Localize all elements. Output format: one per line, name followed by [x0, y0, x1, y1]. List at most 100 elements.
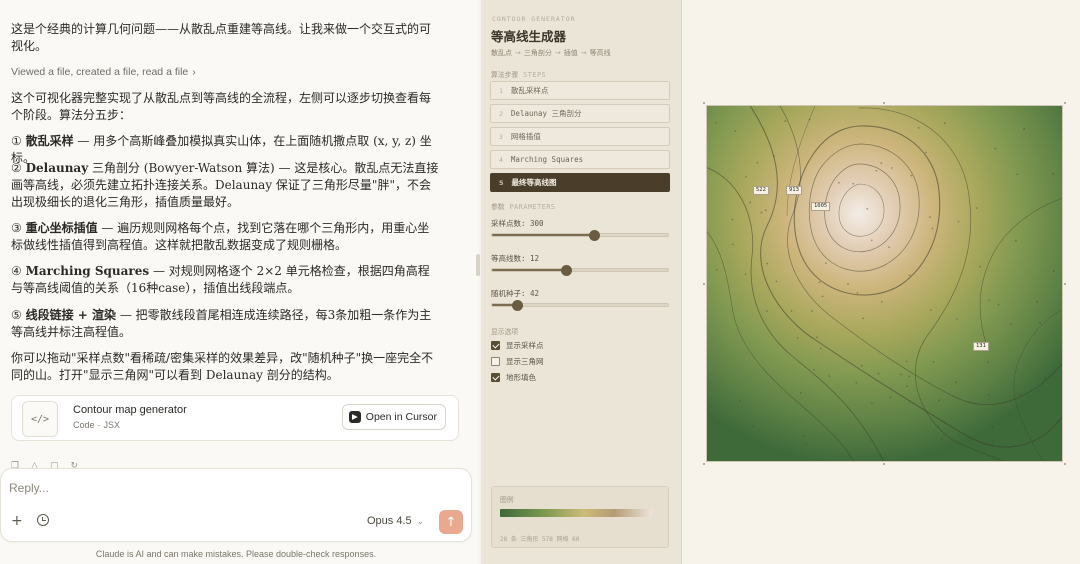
artifact-type: Code [73, 420, 95, 430]
checkbox-label: 显示采样点 [506, 341, 544, 350]
step-title: 重心坐标插值 [25, 221, 98, 235]
sample-point [734, 130, 737, 133]
sample-point [732, 243, 734, 246]
step-button-marching-squares[interactable]: 4 Marching Squares [490, 150, 670, 169]
legend-title: 图例 [500, 496, 514, 504]
algorithm-step-5: ⑤ 线段链接 + 渲染 — 把零散线段首尾相连成连续路径，每3条加粗一条作为主等… [11, 307, 441, 341]
pipeline-breadcrumb: 散乱点 → 三角剖分 → 插值 → 等高线 [491, 49, 611, 57]
sample-point [838, 181, 840, 184]
sample-point [766, 262, 768, 265]
random-seed-slider[interactable] [491, 300, 669, 311]
show-mesh-option[interactable]: 显示三角网 [491, 356, 544, 367]
contour-count-slider[interactable] [491, 265, 669, 276]
sample-point [775, 280, 778, 283]
step-separator: — [116, 308, 136, 322]
sample-point [889, 396, 892, 399]
step-separator: — [73, 134, 94, 148]
sample-point [888, 246, 890, 249]
sample-point [811, 310, 813, 312]
terrain-fill-option[interactable]: 地形填色 [491, 372, 536, 383]
step-button-scatter[interactable]: 1 散乱采样点 [490, 81, 670, 100]
display-section-header: 显示选项 [491, 326, 518, 336]
sample-point [968, 439, 971, 442]
step-marker: ② [11, 161, 22, 175]
algorithm-step-3: ③ 重心坐标插值 — 遍历规则网格每个点，找到它落在哪个三角形内，用重心坐标做线… [11, 220, 441, 254]
step-button-delaunay[interactable]: 2 Delaunay 三角剖分 [490, 104, 670, 123]
cursor-app-icon [348, 411, 361, 423]
slider-thumb[interactable] [589, 230, 601, 241]
sample-point [764, 209, 767, 211]
sample-point [875, 169, 878, 172]
show-samples-option[interactable]: 显示采样点 [491, 340, 544, 351]
sample-point [800, 392, 802, 394]
sample-point [1036, 300, 1038, 303]
open-in-cursor-button[interactable]: Open in Cursor [341, 404, 446, 430]
sample-point [866, 207, 869, 210]
model-selector[interactable]: Opus 4.5 ⌄ [367, 515, 424, 527]
send-button[interactable]: ↑ [439, 510, 463, 534]
sample-point [979, 265, 982, 268]
section-label: 算法步骤 [491, 71, 519, 79]
sample-point [957, 220, 960, 223]
slider-value: 12 [530, 254, 540, 263]
sample-point [749, 201, 752, 204]
section-label-en: STEPS [523, 71, 547, 79]
panel-subtitle: CONTOUR GENERATOR [492, 15, 576, 23]
artifact-title: Contour map generator [73, 404, 187, 416]
sample-point [820, 347, 822, 350]
step-number: 3 [499, 132, 503, 141]
steps-section-header: 算法步骤 STEPS [491, 69, 546, 79]
step-marker: ③ [11, 221, 22, 235]
panel-resize-handle[interactable] [476, 254, 480, 276]
sample-point [917, 127, 920, 129]
sample-point [818, 281, 821, 284]
add-attachment-button[interactable]: + [11, 513, 23, 529]
sample-point [930, 309, 932, 311]
slider-thumb[interactable] [560, 265, 572, 276]
reply-input[interactable] [9, 481, 389, 495]
section-label-en: PARAMETERS [509, 203, 556, 211]
sample-point [1052, 270, 1055, 272]
sample-point [880, 162, 883, 164]
checkbox-label: 显示三角网 [506, 357, 544, 366]
sample-point [825, 262, 827, 264]
step-title: 散乱采样 [25, 134, 74, 148]
sample-point [1019, 394, 1021, 397]
sample-point [808, 118, 811, 121]
step-title: Delaunay [25, 161, 89, 175]
sample-point [1009, 322, 1012, 325]
show-samples-checkbox[interactable] [491, 341, 500, 350]
step-number: 5 [499, 178, 504, 187]
step-label: 网格插值 [510, 132, 541, 141]
sample-point [932, 361, 935, 363]
sample-point [877, 372, 880, 375]
sample-count-slider[interactable] [491, 230, 669, 241]
step-button-interpolation[interactable]: 3 网格插值 [490, 127, 670, 146]
sample-point [1008, 413, 1011, 416]
step-button-final-contours[interactable]: 5 最终等高线图 [490, 173, 670, 192]
terrain-fill-checkbox[interactable] [491, 373, 500, 382]
breadcrumb-item: 散乱点 [491, 49, 512, 57]
sample-point [773, 155, 775, 158]
show-mesh-checkbox[interactable] [491, 357, 500, 366]
sample-point [1052, 172, 1054, 175]
elevation-label: 522 [753, 186, 769, 195]
legend-stats: 28 条 三角形 578 网格 60 [500, 536, 580, 543]
sample-point [852, 182, 855, 185]
sample-point [739, 400, 741, 402]
tool-activity-summary[interactable]: Viewed a file, created a file, read a fi… [11, 66, 196, 78]
artifact-card[interactable]: </> Contour map generator Code · JSX Open … [11, 395, 459, 441]
sample-point [1039, 321, 1041, 324]
open-in-cursor-label: Open in Cursor [365, 411, 437, 423]
step-separator: — [97, 221, 118, 235]
contour-map-canvas[interactable]: 522 913 1005 131 [706, 105, 1063, 462]
frame-corner-marker [883, 102, 885, 104]
sample-point [940, 438, 943, 441]
history-clock-icon[interactable] [37, 514, 49, 526]
sample-point [988, 393, 990, 396]
step-label: Delaunay 三角剖分 [510, 109, 582, 118]
step-number: 2 [499, 109, 503, 118]
params-section-header: 参数 PARAMETERS [491, 201, 556, 211]
slider-thumb[interactable] [511, 300, 523, 311]
step-label: 散乱采样点 [510, 86, 549, 95]
